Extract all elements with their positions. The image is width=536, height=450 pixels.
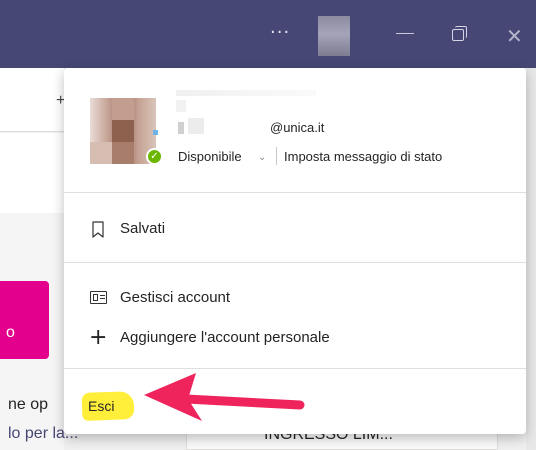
menu-item-saved[interactable]: Salvati bbox=[120, 220, 165, 237]
menu-divider bbox=[64, 262, 526, 263]
menu-item-manage-account[interactable]: Gestisci account bbox=[120, 289, 230, 306]
user-email: @unica.it bbox=[270, 120, 325, 135]
sign-out-button[interactable]: Esci bbox=[88, 398, 114, 414]
background-text: ne op bbox=[8, 396, 49, 413]
minimize-icon[interactable] bbox=[396, 33, 414, 34]
redacted-email bbox=[178, 122, 184, 134]
arrow-annotation-icon bbox=[144, 373, 305, 421]
status-dropdown[interactable]: Disponibile bbox=[178, 149, 242, 164]
background-toolbar bbox=[0, 68, 64, 132]
status-available-icon: ✓ bbox=[146, 148, 163, 165]
set-status-message-link[interactable]: Imposta messaggio di stato bbox=[284, 149, 442, 164]
close-icon[interactable]: ✕ bbox=[506, 24, 523, 48]
menu-divider bbox=[64, 192, 526, 193]
restore-icon[interactable] bbox=[452, 26, 468, 42]
more-options-icon[interactable]: ··· bbox=[270, 22, 290, 43]
menu-item-add-personal-account[interactable]: Aggiungere l'account personale bbox=[120, 329, 330, 346]
redacted-email bbox=[188, 118, 204, 134]
background-pink-tile[interactable] bbox=[0, 281, 49, 359]
plus-icon: + bbox=[89, 325, 108, 350]
chevron-down-icon[interactable]: ⌄ bbox=[258, 152, 266, 163]
id-card-icon bbox=[90, 291, 107, 304]
background-scroll-area bbox=[526, 68, 536, 450]
background-panel bbox=[0, 133, 64, 213]
status-separator bbox=[276, 147, 277, 165]
redacted-name bbox=[176, 100, 186, 112]
background-pink-tile-glyph: o bbox=[6, 324, 15, 341]
bookmark-icon bbox=[92, 221, 104, 238]
profile-avatar-button[interactable] bbox=[318, 16, 350, 56]
redacted-name bbox=[176, 90, 316, 96]
avatar-camera-icon bbox=[153, 130, 158, 135]
